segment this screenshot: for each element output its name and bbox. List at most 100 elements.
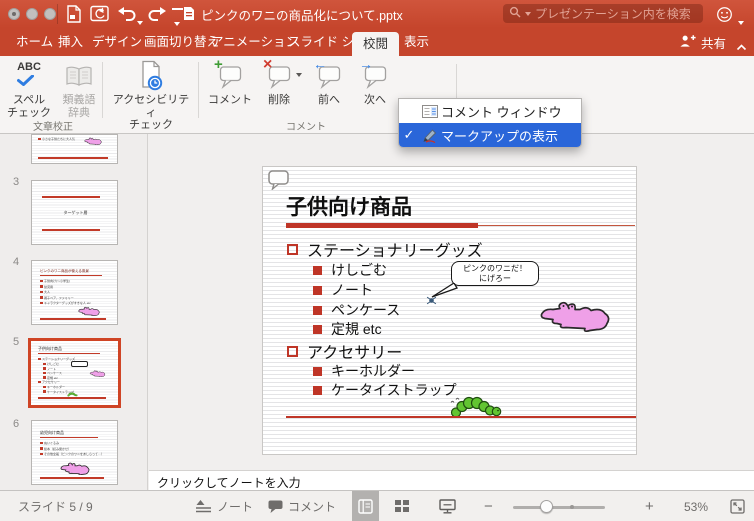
ribbon-review: ABC スペル チェック 類義語 辞典 アクセシビリティ チェック + コメント… [0,55,754,154]
bullet-square-icon [313,385,322,395]
next-comment-button[interactable]: → 次へ [352,55,398,107]
slide-indicator: スライド 5 / 9 [18,500,93,514]
spell-check-button[interactable]: ABC スペル チェック [4,58,54,119]
checkmark-icon: ✓ [403,127,415,142]
delete-dropdown-caret[interactable] [296,73,302,77]
thumbnail-number: 4 [13,256,20,268]
slideshow-icon [439,499,456,514]
tab-transitions[interactable]: 画面切り替え [144,28,219,56]
thumbnail-slide-6[interactable]: 幼児向け商品 ぬいぐるみ 絵本（読み聞かせ） その他全般（ピンクのワニをあしらっ… [31,420,118,485]
add-person-icon [679,34,696,51]
plus-glyph: + [214,55,223,73]
save-icon[interactable] [90,5,110,27]
thumbnail-slide-3[interactable]: ターゲット層 [31,180,118,245]
group-label-comments: コメント [286,122,326,133]
title-underline [286,223,478,228]
document-icon [183,6,195,24]
slide-bullet[interactable]: ステーショナリーグッズ [287,237,483,261]
zoom-slider-tick [570,505,574,509]
zoom-slider-handle[interactable] [540,500,553,513]
bullet-square-icon [287,345,298,357]
slide-bottom-line [286,416,636,418]
zoom-in-button[interactable]: + [645,491,654,521]
pink-crocodile-mini [60,462,90,475]
tab-review[interactable]: 校閲 [352,32,400,56]
accessibility-check-button[interactable]: アクセシビリティ チェック [108,58,194,132]
previous-comment-icon: ← [313,56,343,94]
notes-pane[interactable]: クリックしてノートを入力 [149,470,754,490]
slide-bullet[interactable]: けしごむ [313,260,387,280]
slide-bullet[interactable]: 定規 etc [313,319,382,339]
delete-comment-icon: × [263,55,302,94]
new-presentation-icon[interactable] [66,5,82,28]
thumbnail-slide-2[interactable]: 小さな子供たちに大人気 [31,134,118,164]
fleeing-bug[interactable] [426,295,437,306]
markup-pen-icon [419,128,441,143]
slide-bullet[interactable]: アクセサリー [287,339,402,363]
titlebar: ピンクのワニの商品化について.pptx プレゼンテーション内を検索 [0,0,754,28]
zoom-slider-track[interactable] [513,505,605,509]
right-arrow-glyph: → [359,55,373,72]
zoom-out-button[interactable]: − [484,491,493,521]
bullet-square-icon [313,285,322,295]
pink-crocodile-mini [84,137,102,145]
notes-toggle[interactable]: ノート [196,491,253,521]
zoom-window-button[interactable] [44,8,56,20]
zoom-level: 53% [684,499,709,514]
fit-slide-to-window-button[interactable] [724,491,751,521]
thumbnail-number: 5 [13,336,20,348]
close-button[interactable] [8,8,20,20]
group-label-proofing: 文章校正 [33,122,73,133]
thesaurus-button[interactable]: 類義語 辞典 [56,58,102,119]
delete-comment-button[interactable]: × 削除 [256,55,302,107]
view-slideshow-button[interactable] [434,491,461,521]
search-icon [509,6,521,21]
bullet-square-icon [313,366,322,376]
search-input[interactable]: プレゼンテーション内を検索 [503,4,703,23]
pink-crocodile-drawing[interactable] [539,295,611,332]
notes-placeholder: クリックしてノートを入力 [157,476,301,490]
bullet-square-icon [313,265,322,275]
x-glyph: × [263,55,273,73]
feedback-smiley-icon[interactable] [716,6,733,28]
fit-to-window-icon [730,499,745,514]
collapse-ribbon-chevron[interactable] [736,38,747,56]
undo-icon[interactable] [118,5,136,27]
speech-bubble[interactable]: ピンクのワニだ！ にげろー [451,261,539,286]
bullet-square-icon [313,324,322,334]
menu-item-show-markup[interactable]: ✓ マークアップの表示 [399,123,581,147]
minimize-button[interactable] [26,8,38,20]
comment-icon [268,500,283,513]
thumbnail-slide-4[interactable]: ピンクのワニ商品が使える風景 子供向け(〜小学生) 幼児用 大人 親子ペア、ファ… [31,260,118,325]
search-scope-caret[interactable] [525,11,531,16]
menu-item-comment-window[interactable]: コメント ウィンドウ [399,99,581,123]
tab-animations[interactable]: アニメーション [211,28,298,56]
tab-view[interactable]: 表示 [404,28,429,56]
pink-crocodile-mini [89,370,106,377]
comments-toggle[interactable]: コメント [268,491,336,521]
titlebar-separator [57,4,58,24]
redo-icon[interactable] [148,5,166,27]
slide-title[interactable]: 子供向け商品 [286,191,412,221]
slide-bullet[interactable]: ペンケース [313,300,400,320]
speech-bubble-mini [71,361,88,367]
thesaurus-book-icon [65,58,93,94]
slide-bullet[interactable]: ノート [313,280,373,300]
slide-bullet[interactable]: キーホルダー [313,361,415,381]
comment-pane-dropdown-menu: コメント ウィンドウ ✓ マークアップの表示 [398,98,582,148]
thumbnail-slide-5-selected[interactable]: 子供向け商品 ステーショナリーグッズ けしごむ ノート ペンケース 定規 etc… [28,338,121,408]
ribbon-divider [102,62,103,118]
tab-home[interactable]: ホーム [16,28,53,56]
view-normal-button[interactable] [352,491,379,521]
slide-bullet[interactable]: ケータイストラップ [313,380,457,400]
window-title: ピンクのワニの商品化について.pptx [201,9,403,23]
view-slide-sorter-button[interactable] [388,491,415,521]
share-button[interactable]: 共有 [679,28,726,56]
tab-insert[interactable]: 挿入 [58,28,83,56]
previous-comment-button[interactable]: ← 前へ [306,56,352,107]
slide-canvas[interactable]: 子供向け商品 ステーショナリーグッズ けしごむ ノート ペンケース 定規 etc… [262,166,637,455]
new-comment-button[interactable]: + コメント [206,55,254,107]
tab-design[interactable]: デザイン [92,28,142,56]
slide-comment-marker-icon[interactable] [268,170,290,190]
bullet-square-icon [287,243,298,255]
